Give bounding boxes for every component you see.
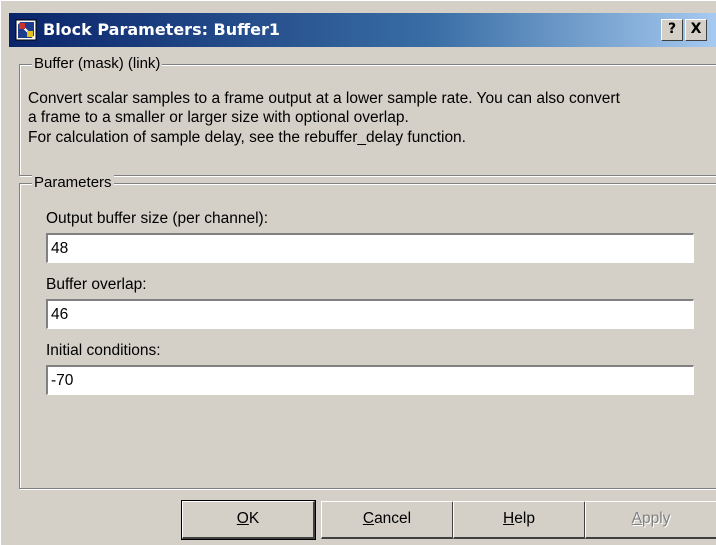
- help-label-rest: elp: [514, 510, 535, 527]
- title-bar[interactable]: Block Parameters: Buffer1 ? X: [9, 13, 716, 47]
- apply-mnemonic: A: [631, 510, 642, 527]
- help-mnemonic: H: [503, 510, 515, 527]
- apply-button[interactable]: Apply: [585, 501, 716, 539]
- ok-label-rest: K: [248, 510, 260, 527]
- help-title-button[interactable]: ?: [661, 19, 683, 41]
- description-line-3: For calculation of sample delay, see the…: [28, 129, 466, 146]
- parameters-legend: Parameters: [32, 174, 114, 192]
- output-buffer-size-input[interactable]: [45, 232, 695, 264]
- parameters-group: Parameters: [19, 174, 716, 489]
- output-buffer-size-label: Output buffer size (per channel):: [46, 210, 269, 227]
- close-title-button[interactable]: X: [685, 19, 707, 41]
- buffer-overlap-input[interactable]: [45, 298, 695, 330]
- description-legend: Buffer (mask) (link): [32, 55, 163, 73]
- help-button[interactable]: Help: [453, 501, 586, 539]
- window-title: Block Parameters: Buffer1: [43, 20, 280, 39]
- description-line-2: a frame to a smaller or larger size with…: [28, 109, 409, 126]
- buffer-overlap-label: Buffer overlap:: [46, 276, 147, 293]
- apply-label-rest: pply: [641, 510, 671, 527]
- cancel-label-rest: ancel: [374, 510, 412, 527]
- cancel-mnemonic: C: [362, 510, 375, 527]
- initial-conditions-label: Initial conditions:: [46, 342, 161, 359]
- initial-conditions-input[interactable]: [45, 364, 695, 396]
- ok-button[interactable]: OK: [181, 500, 316, 540]
- ok-mnemonic: O: [236, 510, 249, 527]
- block-parameters-dialog: Block Parameters: Buffer1 ? X Buffer (ma…: [0, 0, 716, 545]
- cancel-button[interactable]: Cancel: [321, 501, 454, 539]
- simulink-block-icon: [15, 19, 37, 41]
- description-line-1: Convert scalar samples to a frame output…: [28, 90, 620, 107]
